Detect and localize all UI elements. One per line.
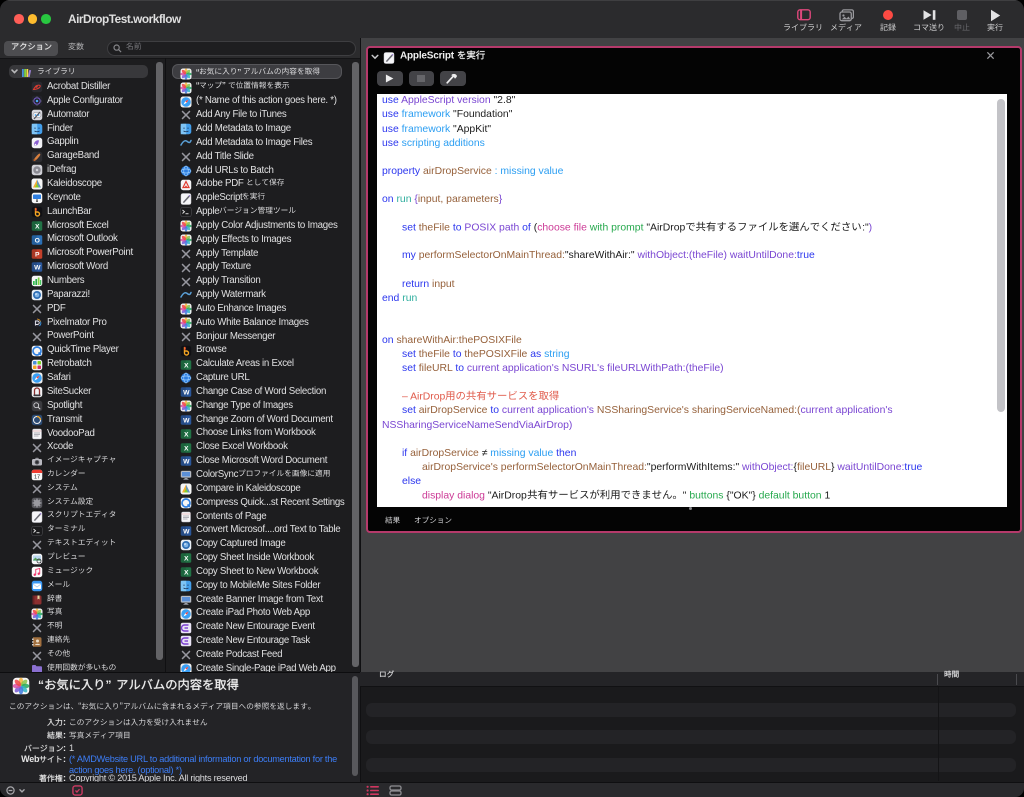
svg-text:X: X — [184, 556, 189, 563]
svg-text:X: X — [184, 362, 189, 369]
svg-text:W: W — [183, 459, 190, 466]
svg-text:X: X — [184, 570, 189, 577]
svg-text:W: W — [183, 528, 190, 535]
svg-text:X: X — [35, 223, 40, 230]
svg-text:W: W — [183, 390, 190, 397]
svg-text:X: X — [184, 431, 189, 438]
svg-text:W: W — [183, 417, 190, 424]
svg-text:X: X — [184, 445, 189, 452]
svg-text:O: O — [35, 237, 40, 244]
svg-text:P: P — [35, 251, 40, 258]
svg-text:W: W — [34, 265, 41, 272]
